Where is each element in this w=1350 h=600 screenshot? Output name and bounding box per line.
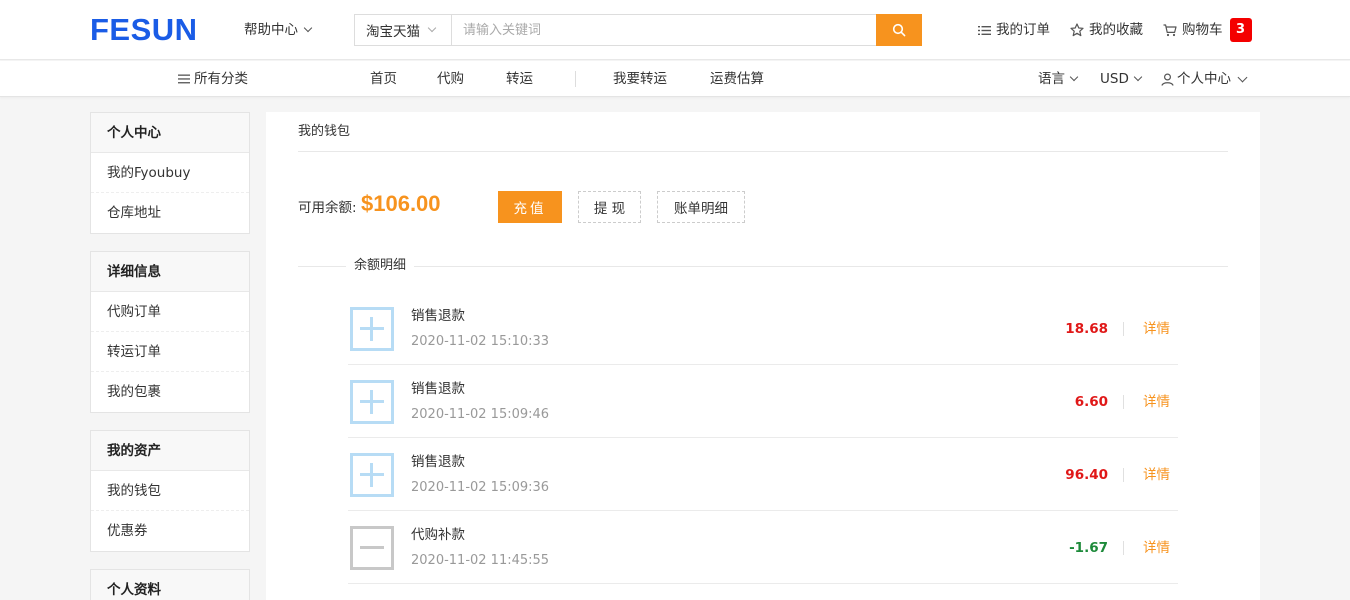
- star-icon: [1070, 23, 1084, 37]
- nav-shipping-estimate[interactable]: 运费估算: [710, 69, 764, 89]
- page-title: 我的钱包: [298, 124, 351, 139]
- chevron-down-icon: [1069, 72, 1079, 82]
- language-dropdown[interactable]: 语言: [1038, 69, 1079, 89]
- section-title: 余额明细: [346, 256, 415, 276]
- cart-icon: [1163, 23, 1177, 36]
- chevron-down-icon: [427, 23, 437, 33]
- sidebar-item-forwarding-orders[interactable]: 转运订单: [91, 332, 249, 372]
- transaction-amount: 6.60: [1074, 394, 1108, 410]
- transaction-time: 2020-11-02 11:45:55: [411, 553, 550, 568]
- plus-icon: [350, 380, 394, 424]
- currency-dropdown[interactable]: USD: [1100, 69, 1143, 89]
- chevron-down-icon: [1133, 72, 1143, 82]
- user-center-dropdown[interactable]: 个人中心: [1161, 69, 1248, 89]
- help-center-label: 帮助中心: [244, 22, 298, 38]
- transaction-list: 销售退款 2020-11-02 15:10:33 18.68 详情 销售退款 2…: [348, 292, 1178, 584]
- sidebar-group-title: 详细信息: [91, 252, 249, 292]
- user-center-label: 个人中心: [1177, 71, 1231, 87]
- transaction-detail-link[interactable]: 详情: [1143, 319, 1170, 339]
- sidebar: 个人中心 我的Fyoubuy 仓库地址 详细信息 代购订单 转运订单 我的包裹 …: [90, 112, 250, 600]
- logo[interactable]: FESUN: [90, 12, 198, 48]
- sidebar-group-my-assets: 我的资产 我的钱包 优惠券: [90, 430, 250, 552]
- menu-icon: [178, 74, 190, 84]
- sidebar-item-my-packages[interactable]: 我的包裹: [91, 372, 249, 412]
- transaction-time: 2020-11-02 15:10:33: [411, 334, 550, 349]
- sidebar-group-profile: 个人资料: [90, 569, 250, 600]
- all-categories-label: 所有分类: [194, 71, 248, 87]
- transaction-row: 代购补款 2020-11-02 11:45:55 -1.67 详情: [348, 511, 1178, 584]
- plus-icon: [350, 453, 394, 497]
- nav-forwarding[interactable]: 转运: [506, 69, 533, 89]
- transaction-name: 销售退款: [411, 308, 465, 324]
- sidebar-item-my-fyoubuy[interactable]: 我的Fyoubuy: [91, 153, 249, 193]
- search-bar: 淘宝天猫: [354, 14, 922, 46]
- sidebar-item-purchase-orders[interactable]: 代购订单: [91, 292, 249, 332]
- nav-purchase-agent[interactable]: 代购: [437, 69, 464, 89]
- minus-icon: [350, 526, 394, 570]
- user-icon: [1161, 72, 1174, 86]
- sidebar-group-title: 我的资产: [91, 431, 249, 471]
- transaction-row: 销售退款 2020-11-02 15:09:46 6.60 详情: [348, 365, 1178, 438]
- transaction-amount: 96.40: [1065, 467, 1108, 483]
- top-links: 我的订单 我的收藏 购物车 3: [978, 18, 1252, 42]
- transaction-row: 销售退款 2020-11-02 15:10:33 18.68 详情: [348, 292, 1178, 365]
- wallet-panel: 我的钱包 可用余额: $106.00 充值 提 现 账单明细 余额明细 销售退款…: [266, 112, 1260, 600]
- sidebar-group-personal-center: 个人中心 我的Fyoubuy 仓库地址: [90, 112, 250, 234]
- my-favorites-label: 我的收藏: [1089, 22, 1143, 38]
- sidebar-item-warehouse-address[interactable]: 仓库地址: [91, 193, 249, 233]
- currency-label: USD: [1100, 71, 1129, 87]
- search-scope-select[interactable]: 淘宝天猫: [355, 15, 452, 45]
- recharge-button[interactable]: 充值: [498, 191, 562, 223]
- cart-count-badge: 3: [1229, 18, 1252, 42]
- withdraw-button[interactable]: 提 现: [578, 191, 641, 223]
- search-input[interactable]: [452, 15, 876, 45]
- transaction-time: 2020-11-02 15:09:36: [411, 480, 550, 495]
- help-center-dropdown[interactable]: 帮助中心: [244, 20, 313, 40]
- plus-icon: [350, 307, 394, 351]
- transaction-row: 销售退款 2020-11-02 15:09:36 96.40 详情: [348, 438, 1178, 511]
- transaction-name: 代购补款: [411, 527, 465, 543]
- nav-divider: [575, 71, 576, 87]
- sidebar-item-my-wallet[interactable]: 我的钱包: [91, 471, 249, 511]
- cart-label: 购物车: [1182, 22, 1223, 38]
- my-orders-label: 我的订单: [996, 22, 1050, 38]
- bill-detail-button[interactable]: 账单明细: [657, 191, 745, 223]
- transaction-amount: 18.68: [1065, 321, 1108, 337]
- nav-ship-now[interactable]: 我要转运: [613, 69, 667, 89]
- transaction-time: 2020-11-02 15:09:46: [411, 407, 550, 422]
- cart-link[interactable]: 购物车 3: [1163, 18, 1252, 42]
- title-divider: [298, 151, 1228, 152]
- amount-divider: [1123, 541, 1124, 555]
- transaction-detail-link[interactable]: 详情: [1143, 538, 1170, 558]
- balance-value: $106.00: [361, 191, 441, 216]
- transaction-name: 销售退款: [411, 381, 465, 397]
- nav-home[interactable]: 首页: [370, 69, 397, 89]
- my-favorites-link[interactable]: 我的收藏: [1070, 18, 1143, 42]
- amount-divider: [1123, 468, 1124, 482]
- top-header: FESUN 帮助中心 淘宝天猫 我的订单: [0, 0, 1350, 60]
- sidebar-item-coupons[interactable]: 优惠券: [91, 511, 249, 551]
- search-button[interactable]: [876, 14, 922, 46]
- search-scope-label: 淘宝天猫: [366, 24, 420, 40]
- sidebar-group-title: 个人中心: [91, 113, 249, 153]
- amount-divider: [1123, 322, 1124, 336]
- chevron-down-icon: [1237, 72, 1248, 82]
- transaction-detail-link[interactable]: 详情: [1143, 392, 1170, 412]
- transaction-name: 销售退款: [411, 454, 465, 470]
- list-icon: [978, 25, 991, 35]
- my-orders-link[interactable]: 我的订单: [978, 18, 1050, 42]
- balance-label: 可用余额:: [298, 200, 357, 216]
- section-divider: [298, 266, 1228, 267]
- transaction-detail-link[interactable]: 详情: [1143, 465, 1170, 485]
- nav-bar: 所有分类 首页 代购 转运 我要转运 运费估算 语言 USD 个人中心: [0, 61, 1350, 97]
- language-label: 语言: [1038, 71, 1065, 87]
- all-categories-menu[interactable]: 所有分类: [178, 69, 248, 89]
- transaction-amount: -1.67: [1069, 540, 1108, 556]
- search-icon: [892, 23, 906, 37]
- chevron-down-icon: [303, 23, 313, 33]
- sidebar-group-details: 详细信息 代购订单 转运订单 我的包裹: [90, 251, 250, 413]
- amount-divider: [1123, 395, 1124, 409]
- sidebar-group-title: 个人资料: [91, 570, 249, 600]
